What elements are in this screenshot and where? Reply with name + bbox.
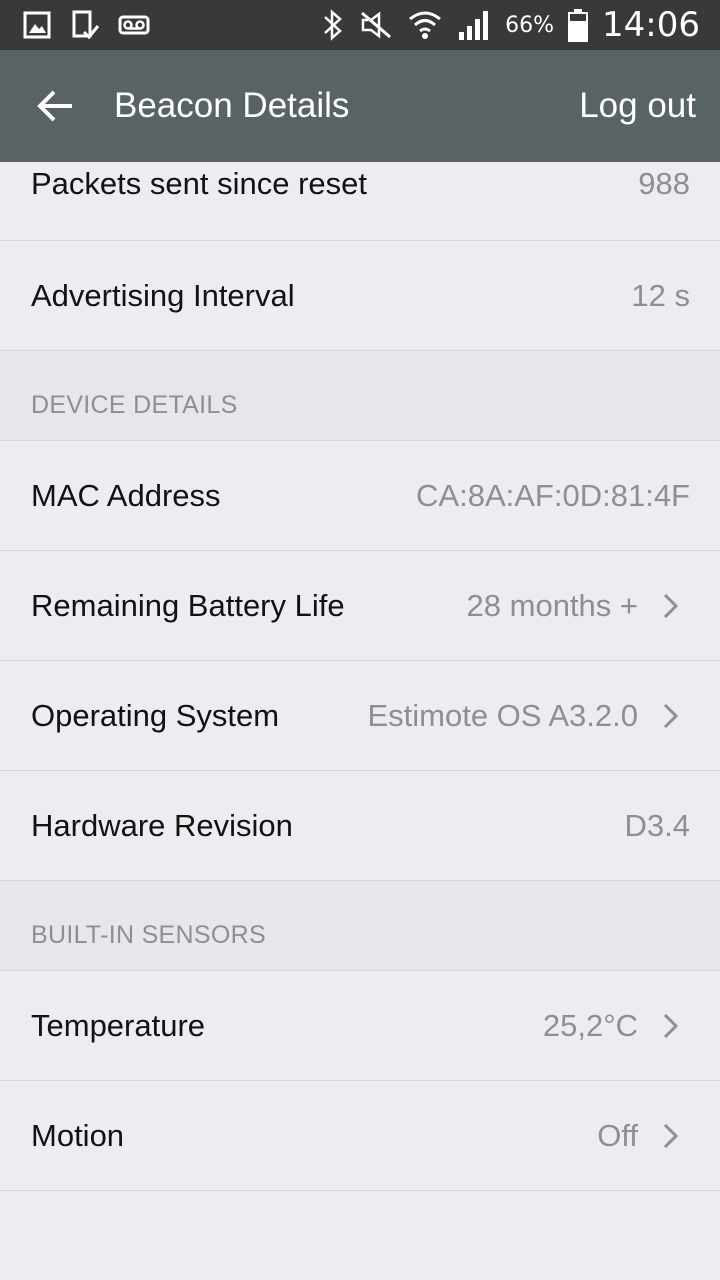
- row-label: Remaining Battery Life: [31, 587, 345, 623]
- section-title: DEVICE DETAILS: [31, 391, 238, 419]
- row-label: MAC Address: [31, 477, 221, 513]
- gallery-icon: [23, 11, 51, 39]
- status-notifications: [22, 10, 150, 40]
- list-item-temperature[interactable]: Temperature 25,2°C: [0, 971, 720, 1081]
- app-bar: Beacon Details Log out: [0, 50, 720, 162]
- chevron-right-icon: [663, 1123, 679, 1148]
- row-label: Hardware Revision: [31, 807, 293, 843]
- battery-percent: 66%: [505, 12, 555, 38]
- row-value: CA:8A:AF:0D:81:4F: [416, 477, 690, 513]
- battery-icon: [568, 9, 589, 42]
- chevron-right-icon: [663, 1013, 679, 1038]
- page-title: Beacon Details: [114, 86, 350, 125]
- section-header-device-details: DEVICE DETAILS: [0, 351, 720, 441]
- chevron-right-icon: [663, 593, 679, 618]
- clock: 14:06: [602, 5, 700, 45]
- row-value: 12 s: [631, 277, 690, 313]
- logout-button[interactable]: Log out: [579, 84, 696, 128]
- row-label: Advertising Interval: [31, 277, 295, 313]
- row-value: 25,2°C: [542, 1007, 638, 1043]
- status-bar: 66% 14:06: [0, 0, 720, 50]
- wifi-icon: [409, 11, 442, 39]
- mute-icon: [361, 11, 392, 39]
- voicemail-icon: [118, 15, 150, 35]
- signal-icon: [459, 11, 489, 40]
- list-item-advertising-interval[interactable]: Advertising Interval 12 s: [0, 241, 720, 351]
- list-item-packets-sent: Packets sent since reset 988: [0, 162, 720, 241]
- row-value: 988: [638, 166, 690, 201]
- row-value: Off: [597, 1117, 638, 1153]
- section-title: BUILT-IN SENSORS: [31, 921, 266, 949]
- chevron-right-icon: [663, 703, 679, 728]
- row-label: Packets sent since reset: [31, 166, 367, 201]
- section-header-built-in-sensors: BUILT-IN SENSORS: [0, 881, 720, 971]
- list-item-battery-life[interactable]: Remaining Battery Life 28 months +: [0, 551, 720, 661]
- row-label: Operating System: [31, 697, 280, 733]
- row-value: D3.4: [624, 807, 690, 843]
- details-list: Packets sent since reset 988 Advertising…: [0, 162, 720, 1191]
- list-item-operating-system[interactable]: Operating System Estimote OS A3.2.0: [0, 661, 720, 771]
- row-value: 28 months +: [466, 587, 638, 623]
- row-value: Estimote OS A3.2.0: [367, 697, 638, 733]
- row-label: Temperature: [31, 1007, 206, 1043]
- download-done-icon: [72, 10, 100, 40]
- list-item-motion[interactable]: Motion Off: [0, 1081, 720, 1191]
- row-label: Motion: [31, 1117, 125, 1153]
- bluetooth-icon: [324, 9, 342, 41]
- list-item-hardware-revision: Hardware Revision D3.4: [0, 771, 720, 881]
- list-item-mac-address: MAC Address CA:8A:AF:0D:81:4F: [0, 441, 720, 551]
- status-system: 66% 14:06: [321, 0, 700, 50]
- back-arrow-icon[interactable]: [34, 84, 78, 128]
